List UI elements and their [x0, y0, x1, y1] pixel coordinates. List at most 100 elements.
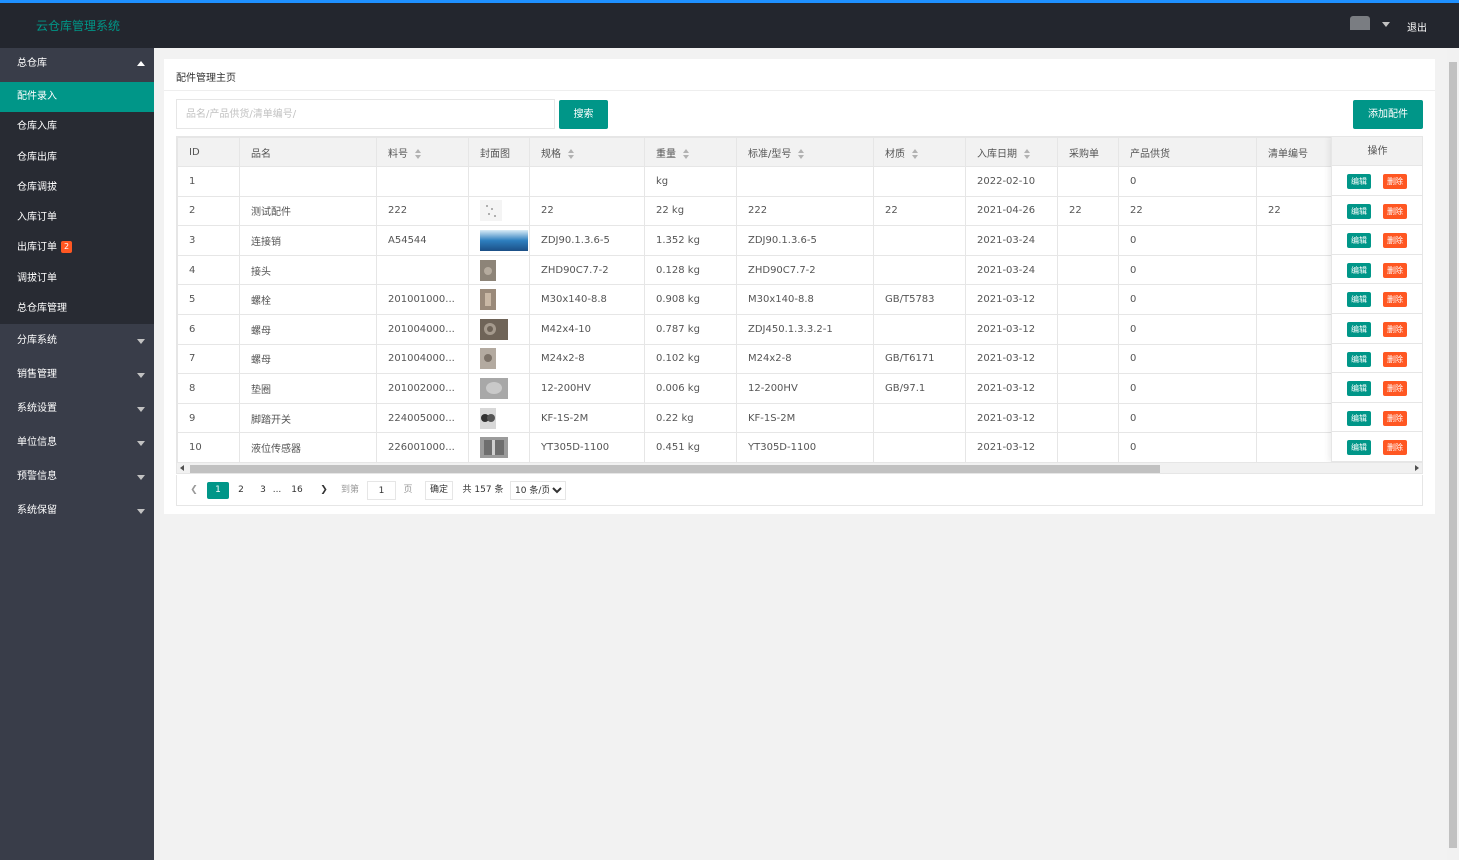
sidebar-item[interactable]: 入库订单	[0, 203, 154, 233]
data-table: ID 品名 料号 封面图 规格 重量 标准/型号 材质 入库日期 采购单 产品供货 清单编号 1 kg 2…	[177, 137, 1407, 463]
sort-icon[interactable]	[568, 148, 576, 159]
delete-button[interactable]: 删除	[1383, 292, 1407, 308]
product-thumbnail[interactable]	[480, 229, 528, 251]
table-cell: 7	[177, 343, 240, 375]
sidebar-group[interactable]: 系统设置	[0, 392, 154, 426]
edit-button[interactable]: 编辑	[1347, 321, 1371, 337]
edit-button[interactable]: 编辑	[1347, 233, 1371, 249]
edit-button[interactable]: 编辑	[1347, 351, 1371, 367]
product-thumbnail[interactable]	[480, 318, 508, 340]
table-cell: 0	[1118, 432, 1257, 463]
sidebar-item-label: 仓库出库	[17, 151, 57, 163]
product-thumbnail[interactable]	[480, 289, 496, 311]
table-cell	[239, 166, 377, 197]
sidebar-item[interactable]: 配件录入	[0, 82, 154, 113]
table-cell	[376, 254, 469, 286]
edit-button[interactable]: 编辑	[1347, 440, 1371, 456]
scrollbar-thumb[interactable]	[190, 465, 1160, 473]
product-thumbnail[interactable]	[480, 259, 496, 281]
sidebar-group[interactable]: 预警信息	[0, 460, 154, 494]
sidebar-item-label: 调拔订单	[17, 272, 57, 284]
sidebar-item[interactable]: 仓库出库	[0, 143, 154, 173]
column-header[interactable]: 材质	[873, 137, 966, 167]
add-part-button[interactable]: 添加配件	[1353, 100, 1423, 129]
edit-button[interactable]: 编辑	[1347, 292, 1371, 308]
page-button[interactable]: 3	[255, 482, 271, 499]
column-header[interactable]: 规格	[529, 137, 645, 167]
sidebar-item[interactable]: 调拔订单	[0, 264, 154, 294]
delete-button[interactable]: 删除	[1383, 174, 1407, 189]
page-button-current[interactable]: 1	[207, 482, 229, 499]
delete-button[interactable]: 删除	[1383, 410, 1407, 426]
page-button[interactable]: 2	[233, 482, 249, 499]
sidebar-group[interactable]: 单位信息	[0, 426, 154, 460]
sort-icon[interactable]	[1024, 148, 1032, 159]
prev-page-icon[interactable]: ❮	[187, 482, 201, 499]
sort-icon[interactable]	[683, 148, 691, 159]
next-page-icon[interactable]: ❯	[317, 482, 331, 499]
column-header: 产品供货	[1118, 137, 1257, 167]
sort-icon[interactable]	[912, 148, 920, 159]
column-header[interactable]: 标准/型号	[736, 137, 874, 167]
sidebar-item[interactable]: 仓库调拔	[0, 173, 154, 203]
delete-button[interactable]: 删除	[1383, 233, 1407, 249]
table-cell: 0	[1118, 166, 1257, 197]
table-cell: 22	[529, 195, 645, 227]
user-menu[interactable]	[1350, 16, 1390, 32]
sidebar-item[interactable]: 仓库入库	[0, 112, 154, 142]
goto-page-input[interactable]	[367, 481, 396, 500]
delete-button[interactable]: 删除	[1383, 262, 1407, 278]
table-cell: 螺母	[239, 343, 377, 375]
row-actions: 编辑 删除	[1332, 373, 1422, 403]
sidebar-item[interactable]: 出库订单 2	[0, 233, 154, 263]
row-actions: 编辑 删除	[1332, 255, 1422, 285]
search-input[interactable]	[176, 99, 555, 129]
page-button[interactable]: 16	[287, 482, 307, 499]
delete-button[interactable]: 删除	[1383, 203, 1407, 219]
edit-button[interactable]: 编辑	[1347, 381, 1371, 397]
table-cell: ZHD90C7.7-2	[736, 254, 874, 286]
table-horizontal-scrollbar[interactable]	[176, 462, 1423, 474]
table-row: 6 螺母 201004000... M42x4-10 0.787 kg ZDJ450.1.…	[177, 313, 1407, 345]
edit-button[interactable]: 编辑	[1347, 262, 1371, 278]
product-thumbnail[interactable]	[480, 437, 508, 459]
delete-button[interactable]: 删除	[1383, 351, 1407, 367]
product-thumbnail[interactable]	[480, 200, 502, 222]
sidebar-group[interactable]: 分库系统	[0, 324, 154, 358]
delete-button[interactable]: 删除	[1383, 321, 1407, 337]
table-cell: 6	[177, 313, 240, 345]
column-header: ID	[177, 137, 240, 167]
scroll-right-icon[interactable]	[1415, 465, 1419, 471]
delete-button[interactable]: 删除	[1383, 440, 1407, 456]
column-header[interactable]: 重量	[644, 137, 737, 167]
scroll-left-icon[interactable]	[180, 465, 184, 471]
sidebar-item-label: 总仓库管理	[17, 303, 67, 315]
sidebar-group-main-warehouse[interactable]: 总仓库	[0, 48, 154, 82]
page-size-select[interactable]: 10 条/页	[510, 481, 566, 500]
logout-link[interactable]: 退出	[1407, 19, 1427, 34]
breadcrumb: 配件管理主页	[176, 73, 236, 84]
sidebar-group[interactable]: 销售管理	[0, 358, 154, 392]
table-cell: 液位传感器	[239, 432, 377, 463]
sidebar-item[interactable]: 总仓库管理	[0, 294, 154, 324]
edit-button[interactable]: 编辑	[1347, 174, 1371, 189]
sidebar-group-label: 总仓库	[17, 58, 47, 69]
product-thumbnail[interactable]	[480, 407, 496, 429]
page-scrollbar[interactable]	[1447, 48, 1459, 860]
column-header[interactable]: 入库日期	[965, 137, 1058, 167]
goto-confirm-button[interactable]: 确定	[425, 481, 453, 500]
table-cell: 2022-02-10	[965, 166, 1058, 197]
search-button[interactable]: 搜索	[559, 100, 608, 129]
table-cell: 22	[1057, 195, 1119, 227]
column-header[interactable]: 料号	[376, 137, 469, 167]
sidebar-group[interactable]: 系统保留	[0, 494, 154, 528]
scrollbar-thumb[interactable]	[1449, 62, 1457, 848]
edit-button[interactable]: 编辑	[1347, 410, 1371, 426]
sort-icon[interactable]	[415, 148, 423, 159]
table-cell: 0	[1118, 343, 1257, 375]
sort-icon[interactable]	[798, 148, 806, 159]
product-thumbnail[interactable]	[480, 348, 496, 370]
product-thumbnail[interactable]	[480, 377, 508, 399]
edit-button[interactable]: 编辑	[1347, 203, 1371, 219]
delete-button[interactable]: 删除	[1383, 381, 1407, 397]
